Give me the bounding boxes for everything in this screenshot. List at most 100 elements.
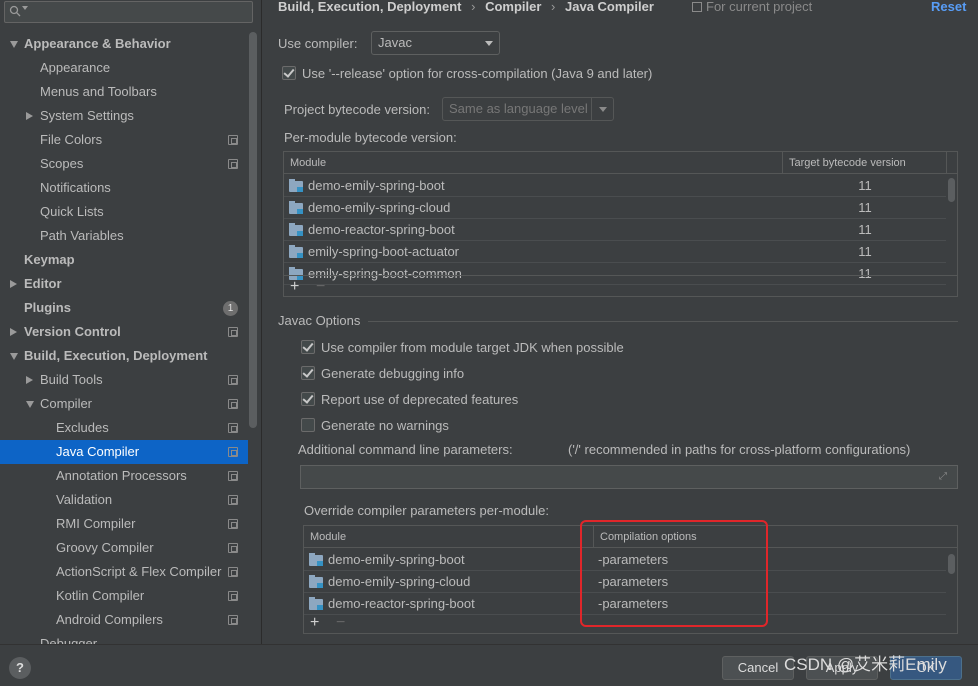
sidebar-item-label: Version Control [24,324,121,339]
additional-params-input[interactable]: ⤢ [300,465,958,489]
remove-override-button[interactable]: − [336,612,345,633]
sidebar-item[interactable]: RMI Compiler [0,512,248,536]
sidebar-item-label: System Settings [40,108,134,123]
sidebar-item-label: Excludes [56,420,109,435]
project-scope-icon [228,135,238,145]
column-header-module[interactable]: Module [284,152,783,174]
javac-option-label[interactable]: Use compiler from module target JDK when… [321,340,624,356]
sidebar-item-label: RMI Compiler [56,516,136,531]
column-header-target-bytecode[interactable]: Target bytecode version [783,152,947,174]
release-option-label[interactable]: Use '--release' option for cross-compila… [302,66,652,82]
sidebar-item-label: Validation [56,492,113,507]
sidebar-item[interactable]: Android Compilers [0,608,248,632]
sidebar-item[interactable]: File Colors [0,128,248,152]
project-scope-icon [228,591,238,601]
add-override-button[interactable]: + [310,612,319,633]
override-params-label: Override compiler parameters per-module: [304,503,549,518]
sidebar-item[interactable]: Version Control [0,320,248,344]
release-option-checkbox[interactable] [282,66,296,80]
scope-label: For current project [706,0,813,14]
help-button[interactable]: ? [9,657,31,679]
sidebar-item[interactable]: Scopes [0,152,248,176]
sidebar-item[interactable]: Appearance [0,56,248,80]
table-row[interactable]: demo-reactor-spring-boot 11 [284,219,946,241]
javac-option-checkbox[interactable] [301,340,315,354]
javac-option-checkbox[interactable] [301,392,315,406]
search-icon [9,5,21,17]
sidebar-item[interactable]: Annotation Processors [0,464,248,488]
sidebar-item[interactable]: Editor [0,272,248,296]
breadcrumb-item[interactable]: Compiler [485,0,541,14]
use-compiler-label: Use compiler: [278,36,358,51]
sidebar-item-label: ActionScript & Flex Compiler [56,564,222,579]
additional-params-hint: ('/' recommended in paths for cross-plat… [568,442,911,457]
sidebar-item-label: Notifications [40,180,111,195]
add-module-button[interactable]: + [290,276,299,296]
module-name: demo-emily-spring-boot [328,552,465,567]
expand-icon[interactable]: ⤢ [939,472,949,482]
target-bytecode-version[interactable]: 11 [783,219,947,241]
target-bytecode-version[interactable]: 11 [783,241,947,263]
sidebar-item[interactable]: Compiler [0,392,248,416]
column-header-module[interactable]: Module [304,526,594,548]
table-scrollbar[interactable] [948,178,955,202]
reset-link[interactable]: Reset [931,0,966,14]
bytecode-table: Module Target bytecode version demo-emil… [283,151,958,297]
chevron-down-icon[interactable] [10,353,18,360]
project-scope-icon [228,327,238,337]
compiler-select[interactable]: Javac [371,31,500,55]
sidebar-scrollbar[interactable] [249,32,257,428]
module-folder-icon [309,553,323,566]
javac-option-label[interactable]: Report use of deprecated features [321,392,518,408]
chevron-right-icon[interactable] [26,112,33,120]
breadcrumb-item[interactable]: Build, Execution, Deployment [278,0,461,14]
sidebar-item[interactable]: Debugger [0,632,248,644]
sidebar-item[interactable]: Appearance & Behavior [0,32,248,56]
table-scrollbar[interactable] [948,554,955,574]
sidebar-item[interactable]: Keymap [0,248,248,272]
remove-module-button[interactable]: − [316,276,325,296]
sidebar-item[interactable]: Quick Lists [0,200,248,224]
sidebar-item[interactable]: Groovy Compiler [0,536,248,560]
sidebar-item-label: Build, Execution, Deployment [24,348,208,363]
chevron-right-icon[interactable] [10,280,17,288]
sidebar-item[interactable]: Build, Execution, Deployment [0,344,248,368]
sidebar-item-label: Editor [24,276,62,291]
sidebar-item[interactable]: System Settings [0,104,248,128]
chevron-down-icon[interactable] [26,401,34,408]
sidebar-item[interactable]: Path Variables [0,224,248,248]
search-options-chevron-icon[interactable] [22,6,28,10]
chevron-right-icon[interactable] [10,328,17,336]
project-scope-icon [228,519,238,529]
table-row[interactable]: demo-emily-spring-boot 11 [284,175,946,197]
javac-option-label[interactable]: Generate debugging info [321,366,464,382]
sidebar-item[interactable]: Plugins 1 [0,296,248,320]
table-row[interactable]: demo-emily-spring-cloud 11 [284,197,946,219]
javac-option-label[interactable]: Generate no warnings [321,418,449,434]
module-name: demo-emily-spring-boot [308,178,445,193]
sidebar-item[interactable]: Menus and Toolbars [0,80,248,104]
search-input[interactable] [4,1,253,23]
sidebar-item[interactable]: Notifications [0,176,248,200]
additional-params-label: Additional command line parameters: [298,442,513,457]
sidebar-item[interactable]: Excludes [0,416,248,440]
table-toolbar: + − [284,275,957,296]
target-bytecode-version[interactable]: 11 [783,197,947,219]
target-bytecode-version[interactable]: 11 [783,175,947,197]
javac-option-checkbox[interactable] [301,366,315,380]
dropdown-divider [591,98,592,120]
sidebar-item[interactable]: Validation [0,488,248,512]
sidebar-item-label: Annotation Processors [56,468,187,483]
chevron-right-icon[interactable] [26,376,33,384]
javac-option-checkbox[interactable] [301,418,315,432]
sidebar-item-label: Groovy Compiler [56,540,154,555]
table-row[interactable]: emily-spring-boot-actuator 11 [284,241,946,263]
chevron-down-icon[interactable] [10,41,18,48]
chevron-down-icon [599,107,607,112]
sidebar-item-label: Scopes [40,156,84,171]
sidebar-item[interactable]: Java Compiler [0,440,248,464]
sidebar-item[interactable]: ActionScript & Flex Compiler [0,560,248,584]
project-icon [692,2,702,12]
sidebar-item[interactable]: Build Tools [0,368,248,392]
sidebar-item[interactable]: Kotlin Compiler [0,584,248,608]
